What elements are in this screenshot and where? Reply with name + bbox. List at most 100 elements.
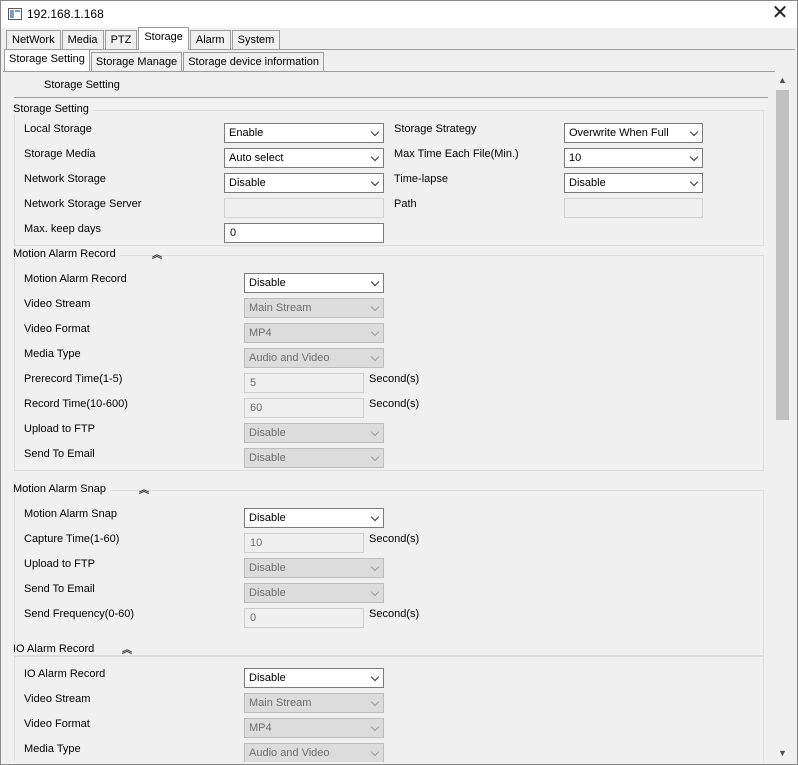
tab-ptz[interactable]: PTZ: [104, 30, 138, 49]
motion-alarm-snap-label: Motion Alarm Snap: [24, 508, 117, 520]
motion-alarm-record-value: Disable: [249, 277, 286, 289]
tab-alarm[interactable]: Alarm: [189, 30, 231, 49]
io-video-format-select[interactable]: MP4: [244, 718, 384, 738]
page-title: Storage Setting: [44, 79, 120, 91]
send-frequency-input[interactable]: 0: [244, 608, 364, 628]
mas-upload-ftp-label: Upload to FTP: [24, 558, 95, 570]
vertical-scrollbar[interactable]: ▲ ▼: [774, 72, 791, 762]
record-time-label: Record Time(10-600): [24, 398, 128, 410]
max-time-each-file-select[interactable]: 10: [564, 148, 703, 168]
io-media-type-label: Media Type: [24, 743, 81, 755]
network-storage-select[interactable]: Disable: [224, 173, 384, 193]
motion-alarm-snap-group: [14, 490, 764, 656]
io-video-stream-value: Main Stream: [249, 697, 312, 709]
io-video-format-label: Video Format: [24, 718, 90, 730]
subtab-storage-manage[interactable]: Storage Manage: [90, 52, 183, 71]
mar-video-format-label: Video Format: [24, 323, 90, 335]
prerecord-time-unit: Second(s): [369, 373, 420, 385]
window-title: 192.168.1.168: [27, 7, 104, 21]
prerecord-time-label: Prerecord Time(1-5): [24, 373, 123, 385]
mas-upload-ftp-select[interactable]: Disable: [244, 558, 384, 578]
tabs-divider: [4, 49, 795, 50]
close-button[interactable]: ✕: [763, 1, 797, 28]
io-video-stream-select[interactable]: Main Stream: [244, 693, 384, 713]
scroll-thumb[interactable]: [776, 90, 789, 420]
mas-send-email-select[interactable]: Disable: [244, 583, 384, 603]
send-frequency-label: Send Frequency(0-60): [24, 608, 135, 620]
mar-send-email-label: Send To Email: [24, 448, 95, 460]
tab-storage[interactable]: Storage: [138, 27, 189, 50]
chevron-down-icon: [370, 302, 380, 312]
chevron-down-icon: [370, 427, 380, 437]
chevron-down-icon: [370, 747, 380, 757]
motion-alarm-record-select[interactable]: Disable: [244, 273, 384, 293]
chevron-down-icon: [689, 127, 699, 137]
collapse-io-alarm-record-icon[interactable]: ︽: [120, 646, 132, 658]
chevron-down-icon: [370, 722, 380, 732]
local-storage-select[interactable]: Enable: [224, 123, 384, 143]
motion-alarm-record-title: Motion Alarm Record: [13, 248, 120, 260]
io-alarm-record-label: IO Alarm Record: [24, 668, 106, 680]
chevron-down-icon: [370, 277, 380, 287]
path-label: Path: [394, 198, 417, 210]
mar-video-stream-select[interactable]: Main Stream: [244, 298, 384, 318]
mar-video-stream-label: Video Stream: [24, 298, 91, 310]
capture-time-input[interactable]: 10: [244, 533, 364, 553]
mar-upload-ftp-select[interactable]: Disable: [244, 423, 384, 443]
max-keep-days-input[interactable]: 0: [224, 223, 384, 243]
storage-strategy-select[interactable]: Overwrite When Full: [564, 123, 703, 143]
max-time-each-file-value: 10: [569, 152, 582, 164]
tab-network[interactable]: NetWork: [6, 30, 61, 49]
mas-send-email-value: Disable: [249, 587, 286, 599]
mar-video-format-select[interactable]: MP4: [244, 323, 384, 343]
io-alarm-record-title: IO Alarm Record: [13, 643, 99, 655]
subtab-storage-setting[interactable]: Storage Setting: [4, 49, 90, 71]
mar-media-type-value: Audio and Video: [249, 352, 330, 364]
mar-upload-ftp-value: Disable: [249, 427, 286, 439]
time-lapse-select[interactable]: Disable: [564, 173, 703, 193]
time-lapse-value: Disable: [569, 177, 606, 189]
chevron-down-icon: [370, 697, 380, 707]
title-bar: 192.168.1.168 ✕: [1, 1, 797, 28]
mar-send-email-value: Disable: [249, 452, 286, 464]
motion-alarm-snap-select[interactable]: Disable: [244, 508, 384, 528]
tab-system[interactable]: System: [231, 30, 281, 49]
mar-video-format-value: MP4: [249, 327, 272, 339]
chevron-down-icon: [370, 327, 380, 337]
chevron-down-icon: [370, 587, 380, 597]
send-frequency-unit: Second(s): [369, 608, 420, 620]
storage-media-select[interactable]: Auto select: [224, 148, 384, 168]
mar-media-type-select[interactable]: Audio and Video: [244, 348, 384, 368]
app-window-icon: [8, 8, 22, 20]
io-media-type-select[interactable]: Audio and Video: [244, 743, 384, 762]
collapse-motion-alarm-record-icon[interactable]: ︽: [150, 251, 162, 263]
storage-setting-title: Storage Setting: [13, 103, 93, 115]
scroll-down-arrow-icon[interactable]: ▼: [774, 745, 791, 762]
chevron-down-icon: [370, 352, 380, 362]
tab-media[interactable]: Media: [61, 30, 104, 49]
subtab-storage-device-information[interactable]: Storage device information: [183, 52, 325, 71]
network-storage-server-label: Network Storage Server: [24, 198, 142, 210]
capture-time-unit: Second(s): [369, 533, 420, 545]
collapse-motion-alarm-snap-icon[interactable]: ︽: [137, 486, 149, 498]
scroll-up-arrow-icon[interactable]: ▲: [774, 72, 791, 89]
motion-alarm-record-group: [14, 255, 764, 471]
chevron-down-icon: [370, 562, 380, 572]
settings-content: Storage Setting Storage Setting Local St…: [4, 72, 773, 762]
main-tabs: NetWork Media PTZ Storage Alarm System: [6, 27, 281, 50]
io-alarm-record-select[interactable]: Disable: [244, 668, 384, 688]
io-alarm-record-group: [14, 656, 764, 762]
path-input[interactable]: [564, 198, 703, 218]
record-time-input[interactable]: 60: [244, 398, 364, 418]
io-alarm-record-value: Disable: [249, 672, 286, 684]
mas-send-email-label: Send To Email: [24, 583, 95, 595]
prerecord-time-input[interactable]: 5: [244, 373, 364, 393]
chevron-down-icon: [370, 152, 380, 162]
io-media-type-value: Audio and Video: [249, 747, 330, 759]
chevron-down-icon: [370, 177, 380, 187]
time-lapse-label: Time-lapse: [394, 173, 448, 185]
network-storage-server-input[interactable]: [224, 198, 384, 218]
max-time-each-file-label: Max Time Each File(Min.): [394, 148, 519, 160]
mar-send-email-select[interactable]: Disable: [244, 448, 384, 468]
chevron-down-icon: [370, 672, 380, 682]
